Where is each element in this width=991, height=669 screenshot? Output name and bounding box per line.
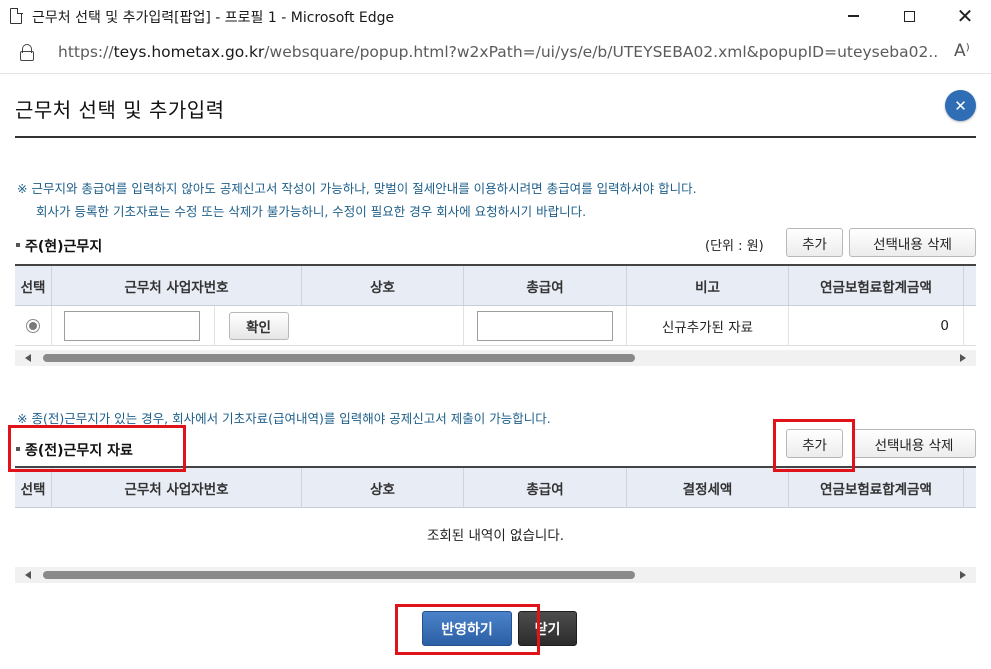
select-cell [15, 306, 52, 345]
bullet-icon [16, 243, 20, 247]
confirm-button[interactable]: 확인 [228, 311, 289, 340]
read-aloud-icon[interactable]: A⁾ [954, 41, 970, 61]
window-title: 근무처 선택 및 추가입력[팝업] - 프로필 1 - Microsoft Ed… [32, 10, 395, 26]
col-select: 선택 [15, 266, 52, 305]
unit-label: (단위 : 원) [705, 239, 764, 254]
notice-company-data: 회사가 등록한 기초자료는 수정 또는 삭제가 불가능하니, 수정이 필요한 경… [36, 204, 587, 219]
minimize-icon [847, 15, 859, 17]
close-icon: ✕ [954, 96, 967, 115]
add-current-button[interactable]: 추가 [786, 228, 843, 257]
biz-number-cell: 확인 [52, 306, 302, 345]
total-pay-input[interactable] [477, 310, 613, 341]
scroll-left-icon[interactable] [25, 354, 31, 362]
empty-message: 조회된 내역이 없습니다. [15, 508, 976, 560]
scroll-right-icon[interactable] [960, 354, 966, 362]
highlight-previous-section [8, 425, 186, 472]
col-biz-number: 근무처 사업자번호 [52, 266, 302, 305]
company-name-cell [302, 306, 464, 345]
horizontal-scrollbar[interactable] [15, 567, 976, 583]
minimize-button[interactable] [830, 0, 876, 32]
note-cell: 신규추가된 자료 [627, 306, 789, 345]
notice-total-pay: ※ 근무지와 총급여를 입력하지 않아도 공제신고서 작성이 가능하나, 맞벌이… [17, 181, 697, 196]
radio-dot-icon [29, 321, 37, 330]
col-total-pay: 총급여 [464, 468, 627, 507]
col-company-name: 상호 [302, 468, 464, 507]
delete-previous-button[interactable]: 선택내용 삭제 [852, 429, 976, 458]
col-pension-total: 연금보험료합계금액 [789, 266, 964, 305]
table-row[interactable]: 확인 신규추가된 자료 0 [15, 306, 976, 346]
lock-icon[interactable] [20, 44, 34, 61]
section-current-label: 주(현)근무지 [25, 239, 103, 255]
current-workplace-table: 선택 근무처 사업자번호 상호 총급여 비고 연금보험료합계금액 확인 신규추가… [15, 264, 976, 346]
overflow-cell [964, 306, 976, 345]
scroll-thumb[interactable] [43, 571, 635, 579]
col-select: 선택 [15, 468, 52, 507]
document-icon [10, 7, 23, 24]
window-titlebar: 근무처 선택 및 추가입력[팝업] - 프로필 1 - Microsoft Ed… [0, 0, 991, 32]
popup-close-button[interactable]: ✕ [945, 90, 976, 121]
col-biz-number: 근무처 사업자번호 [52, 468, 302, 507]
popup-title: 근무처 선택 및 추가입력 [15, 98, 225, 122]
address-bar[interactable]: https://teys.hometax.go.kr/websquare/pop… [0, 32, 991, 74]
row-radio[interactable] [26, 318, 40, 333]
pension-total-cell: 0 [789, 306, 964, 345]
window-close-button[interactable]: ✕ [942, 0, 988, 32]
scroll-left-icon[interactable] [25, 571, 31, 579]
scroll-thumb[interactable] [43, 354, 635, 362]
url-path: /websquare/popup.html?w2xPath=/ui/ys/e/b… [264, 43, 938, 61]
delete-current-button[interactable]: 선택내용 삭제 [849, 228, 976, 257]
url-prefix: https:// [58, 43, 114, 61]
col-pension-total: 연금보험료합계금액 [789, 468, 964, 507]
biz-number-input[interactable] [64, 310, 200, 341]
col-company-name: 상호 [302, 266, 464, 305]
highlight-add-button [773, 419, 855, 472]
table-header: 선택 근무처 사업자번호 상호 총급여 결정세액 연금보험료합계금액 [15, 468, 976, 508]
url-host: teys.hometax.go.kr [113, 43, 265, 61]
col-total-pay: 총급여 [464, 266, 627, 305]
confirm-cell: 확인 [214, 306, 302, 345]
scroll-right-icon[interactable] [960, 571, 966, 579]
url-text[interactable]: https://teys.hometax.go.kr/websquare/pop… [58, 43, 938, 61]
maximize-icon [903, 10, 915, 22]
table-header: 선택 근무처 사업자번호 상호 총급여 비고 연금보험료합계금액 [15, 266, 976, 306]
col-overflow [964, 468, 976, 507]
section-current-workplace: 주(현)근무지 [16, 236, 102, 256]
horizontal-scrollbar[interactable] [15, 350, 976, 366]
col-note: 비고 [627, 266, 789, 305]
title-divider [15, 136, 976, 138]
col-overflow [964, 266, 976, 305]
total-pay-cell [464, 306, 627, 345]
previous-workplace-table: 선택 근무처 사업자번호 상호 총급여 결정세액 연금보험료합계금액 조회된 내… [15, 466, 976, 560]
col-decided-tax: 결정세액 [627, 468, 789, 507]
close-icon: ✕ [956, 4, 974, 28]
maximize-button[interactable] [886, 0, 932, 32]
highlight-apply-button [395, 604, 540, 655]
